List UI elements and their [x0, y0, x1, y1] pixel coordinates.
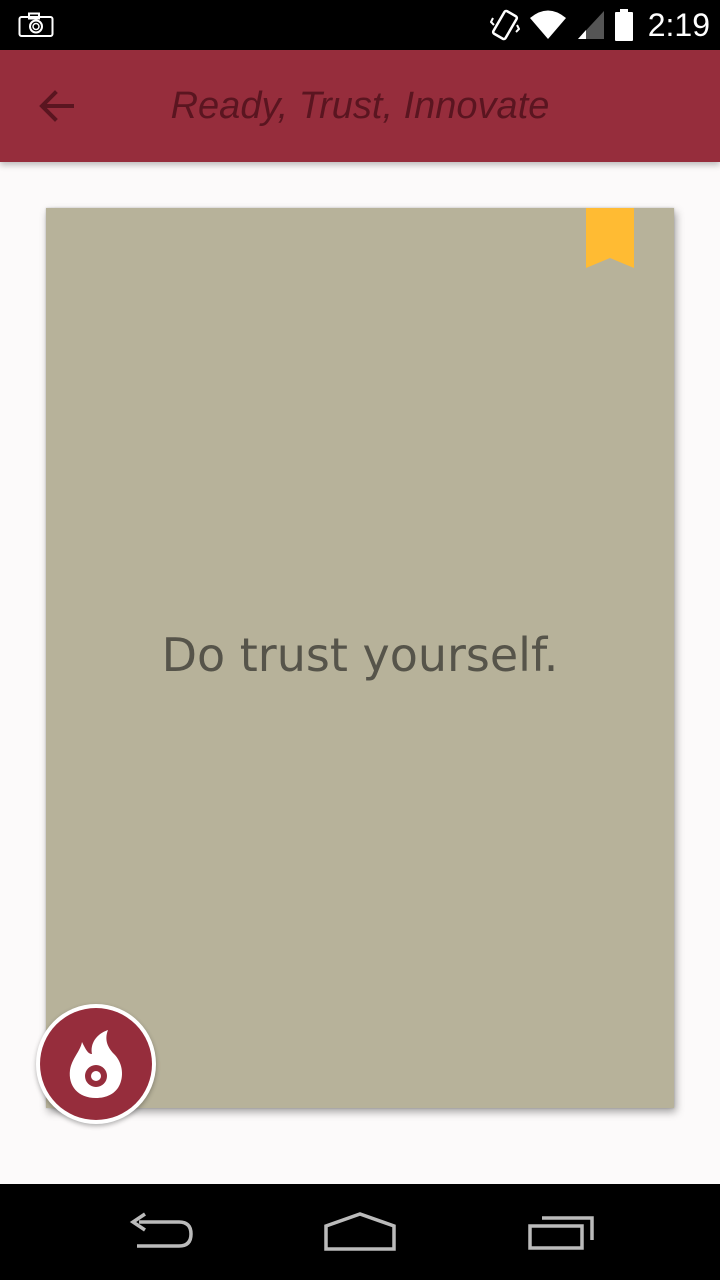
- back-button[interactable]: [28, 78, 84, 134]
- flame-button-inner: [40, 1008, 152, 1120]
- flame-button[interactable]: [36, 1004, 156, 1124]
- back-icon: [129, 1212, 193, 1248]
- quote-card[interactable]: Do trust yourself.: [46, 208, 674, 1108]
- home-icon: [324, 1212, 396, 1251]
- arrow-back-icon: [39, 90, 74, 122]
- nav-home-button[interactable]: [310, 1202, 410, 1262]
- battery-icon: [614, 9, 633, 41]
- nav-back-button[interactable]: [110, 1202, 210, 1262]
- status-time: 2:19: [647, 6, 710, 43]
- flame-icon: [69, 1030, 122, 1098]
- nav-recents-button[interactable]: [512, 1202, 612, 1262]
- vibrate-icon: [489, 9, 520, 41]
- page-title: Ready, Trust, Innovate: [170, 85, 550, 127]
- camera-icon: [18, 12, 54, 37]
- signal-icon: [577, 11, 604, 39]
- wifi-icon: [529, 10, 566, 39]
- recents-icon: [528, 1216, 594, 1250]
- status-icons: 2:19: [489, 0, 710, 50]
- app-bar: Ready, Trust, Innovate: [0, 50, 720, 162]
- quote-text: Do trust yourself.: [161, 628, 559, 682]
- bookmark-icon[interactable]: [586, 208, 634, 268]
- navigation-bar: [0, 1184, 720, 1280]
- status-bar: 2:19: [0, 0, 720, 50]
